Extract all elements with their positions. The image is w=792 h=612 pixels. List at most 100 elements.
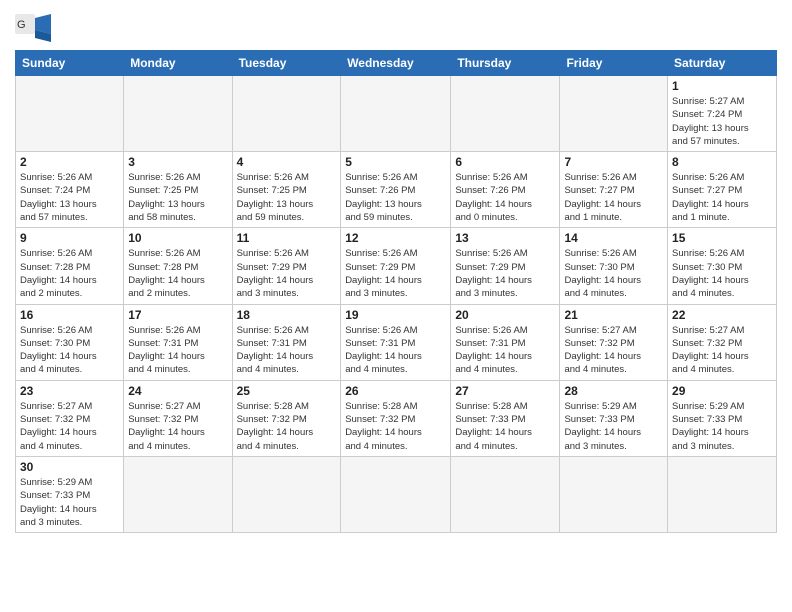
day-cell <box>16 76 124 152</box>
day-number: 16 <box>20 308 119 322</box>
day-number: 23 <box>20 384 119 398</box>
day-number: 7 <box>564 155 663 169</box>
day-cell <box>668 456 777 532</box>
day-cell: 2Sunrise: 5:26 AM Sunset: 7:24 PM Daylig… <box>16 152 124 228</box>
day-number: 24 <box>128 384 227 398</box>
day-cell <box>232 76 341 152</box>
week-row-6: 30Sunrise: 5:29 AM Sunset: 7:33 PM Dayli… <box>16 456 777 532</box>
calendar-page: G SundayMondayTuesdayWednesdayThursdayFr… <box>0 0 792 612</box>
day-info: Sunrise: 5:29 AM Sunset: 7:33 PM Dayligh… <box>564 400 663 453</box>
day-cell: 29 Sunrise: 5:29 AM Sunset: 7:33 PM Dayli… <box>668 380 777 456</box>
day-info: Sunrise: 5:28 AM Sunset: 7:32 PM Dayligh… <box>345 400 446 453</box>
day-number: 13 <box>455 231 555 245</box>
day-info: Sunrise: 5:26 AM Sunset: 7:29 PM Dayligh… <box>345 247 446 300</box>
day-number: 20 <box>455 308 555 322</box>
day-info: Sunrise: 5:26 AM Sunset: 7:31 PM Dayligh… <box>345 324 446 377</box>
day-info: Sunrise: 5:26 AM Sunset: 7:30 PM Dayligh… <box>672 247 772 300</box>
day-number: 11 <box>237 231 337 245</box>
day-info: Sunrise: 5:26 AM Sunset: 7:25 PM Dayligh… <box>128 171 227 224</box>
day-number: 3 <box>128 155 227 169</box>
day-cell: 4Sunrise: 5:26 AM Sunset: 7:25 PM Daylig… <box>232 152 341 228</box>
day-number: 5 <box>345 155 446 169</box>
day-number: 8 <box>672 155 772 169</box>
day-info: Sunrise: 5:27 AM Sunset: 7:32 PM Dayligh… <box>128 400 227 453</box>
day-number: 10 <box>128 231 227 245</box>
day-cell: 10 Sunrise: 5:26 AM Sunset: 7:28 PM Dayli… <box>124 228 232 304</box>
day-info: Sunrise: 5:26 AM Sunset: 7:28 PM Dayligh… <box>128 247 227 300</box>
day-number: 12 <box>345 231 446 245</box>
day-number: 27 <box>455 384 555 398</box>
day-cell: 6 Sunrise: 5:26 AM Sunset: 7:26 PM Daylig… <box>451 152 560 228</box>
day-info: Sunrise: 5:26 AM Sunset: 7:28 PM Dayligh… <box>20 247 119 300</box>
day-cell: 21 Sunrise: 5:27 AM Sunset: 7:32 PM Dayli… <box>560 304 668 380</box>
weekday-sunday: Sunday <box>16 51 124 76</box>
day-info: Sunrise: 5:26 AM Sunset: 7:27 PM Dayligh… <box>564 171 663 224</box>
day-cell <box>560 76 668 152</box>
day-info: Sunrise: 5:27 AM Sunset: 7:24 PM Dayligh… <box>672 95 772 148</box>
day-info: Sunrise: 5:27 AM Sunset: 7:32 PM Dayligh… <box>564 324 663 377</box>
week-row-4: 16 Sunrise: 5:26 AM Sunset: 7:30 PM Dayli… <box>16 304 777 380</box>
day-number: 30 <box>20 460 119 474</box>
day-info: Sunrise: 5:26 AM Sunset: 7:26 PM Dayligh… <box>455 171 555 224</box>
week-row-5: 23 Sunrise: 5:27 AM Sunset: 7:32 PM Dayli… <box>16 380 777 456</box>
weekday-tuesday: Tuesday <box>232 51 341 76</box>
day-cell: 3 Sunrise: 5:26 AM Sunset: 7:25 PM Daylig… <box>124 152 232 228</box>
day-cell: 11Sunrise: 5:26 AM Sunset: 7:29 PM Dayli… <box>232 228 341 304</box>
day-cell: 22 Sunrise: 5:27 AM Sunset: 7:32 PM Dayli… <box>668 304 777 380</box>
day-info: Sunrise: 5:28 AM Sunset: 7:32 PM Dayligh… <box>237 400 337 453</box>
day-info: Sunrise: 5:26 AM Sunset: 7:31 PM Dayligh… <box>128 324 227 377</box>
day-info: Sunrise: 5:26 AM Sunset: 7:30 PM Dayligh… <box>20 324 119 377</box>
day-cell <box>451 456 560 532</box>
day-info: Sunrise: 5:27 AM Sunset: 7:32 PM Dayligh… <box>672 324 772 377</box>
day-number: 17 <box>128 308 227 322</box>
day-number: 18 <box>237 308 337 322</box>
weekday-friday: Friday <box>560 51 668 76</box>
day-number: 6 <box>455 155 555 169</box>
day-number: 1 <box>672 79 772 93</box>
day-info: Sunrise: 5:26 AM Sunset: 7:27 PM Dayligh… <box>672 171 772 224</box>
day-info: Sunrise: 5:26 AM Sunset: 7:29 PM Dayligh… <box>455 247 555 300</box>
day-cell: 24 Sunrise: 5:27 AM Sunset: 7:32 PM Dayli… <box>124 380 232 456</box>
day-cell: 16 Sunrise: 5:26 AM Sunset: 7:30 PM Dayli… <box>16 304 124 380</box>
logo: G <box>15 14 55 42</box>
day-number: 28 <box>564 384 663 398</box>
weekday-header-row: SundayMondayTuesdayWednesdayThursdayFrid… <box>16 51 777 76</box>
day-cell: 13 Sunrise: 5:26 AM Sunset: 7:29 PM Dayli… <box>451 228 560 304</box>
day-number: 9 <box>20 231 119 245</box>
day-info: Sunrise: 5:26 AM Sunset: 7:31 PM Dayligh… <box>237 324 337 377</box>
day-number: 26 <box>345 384 446 398</box>
day-info: Sunrise: 5:27 AM Sunset: 7:32 PM Dayligh… <box>20 400 119 453</box>
day-number: 22 <box>672 308 772 322</box>
week-row-1: 1 Sunrise: 5:27 AM Sunset: 7:24 PM Daylig… <box>16 76 777 152</box>
day-cell: 1 Sunrise: 5:27 AM Sunset: 7:24 PM Daylig… <box>668 76 777 152</box>
day-cell: 26 Sunrise: 5:28 AM Sunset: 7:32 PM Dayli… <box>341 380 451 456</box>
day-cell <box>124 76 232 152</box>
week-row-3: 9 Sunrise: 5:26 AM Sunset: 7:28 PM Daylig… <box>16 228 777 304</box>
day-info: Sunrise: 5:26 AM Sunset: 7:26 PM Dayligh… <box>345 171 446 224</box>
day-info: Sunrise: 5:29 AM Sunset: 7:33 PM Dayligh… <box>672 400 772 453</box>
day-cell: 7 Sunrise: 5:26 AM Sunset: 7:27 PM Daylig… <box>560 152 668 228</box>
day-cell: 27Sunrise: 5:28 AM Sunset: 7:33 PM Dayli… <box>451 380 560 456</box>
day-cell: 9 Sunrise: 5:26 AM Sunset: 7:28 PM Daylig… <box>16 228 124 304</box>
day-cell <box>232 456 341 532</box>
day-cell: 30Sunrise: 5:29 AM Sunset: 7:33 PM Dayli… <box>16 456 124 532</box>
day-cell: 20 Sunrise: 5:26 AM Sunset: 7:31 PM Dayli… <box>451 304 560 380</box>
day-cell: 12 Sunrise: 5:26 AM Sunset: 7:29 PM Dayli… <box>341 228 451 304</box>
day-cell: 18 Sunrise: 5:26 AM Sunset: 7:31 PM Dayli… <box>232 304 341 380</box>
svg-text:G: G <box>17 19 26 31</box>
calendar-table: SundayMondayTuesdayWednesdayThursdayFrid… <box>15 50 777 533</box>
day-number: 29 <box>672 384 772 398</box>
day-number: 21 <box>564 308 663 322</box>
day-cell: 5 Sunrise: 5:26 AM Sunset: 7:26 PM Daylig… <box>341 152 451 228</box>
day-number: 15 <box>672 231 772 245</box>
day-cell <box>451 76 560 152</box>
day-info: Sunrise: 5:26 AM Sunset: 7:31 PM Dayligh… <box>455 324 555 377</box>
header: G <box>15 10 777 42</box>
weekday-wednesday: Wednesday <box>341 51 451 76</box>
weekday-monday: Monday <box>124 51 232 76</box>
day-cell: 8 Sunrise: 5:26 AM Sunset: 7:27 PM Daylig… <box>668 152 777 228</box>
day-cell <box>124 456 232 532</box>
day-number: 2 <box>20 155 119 169</box>
day-number: 25 <box>237 384 337 398</box>
day-number: 4 <box>237 155 337 169</box>
